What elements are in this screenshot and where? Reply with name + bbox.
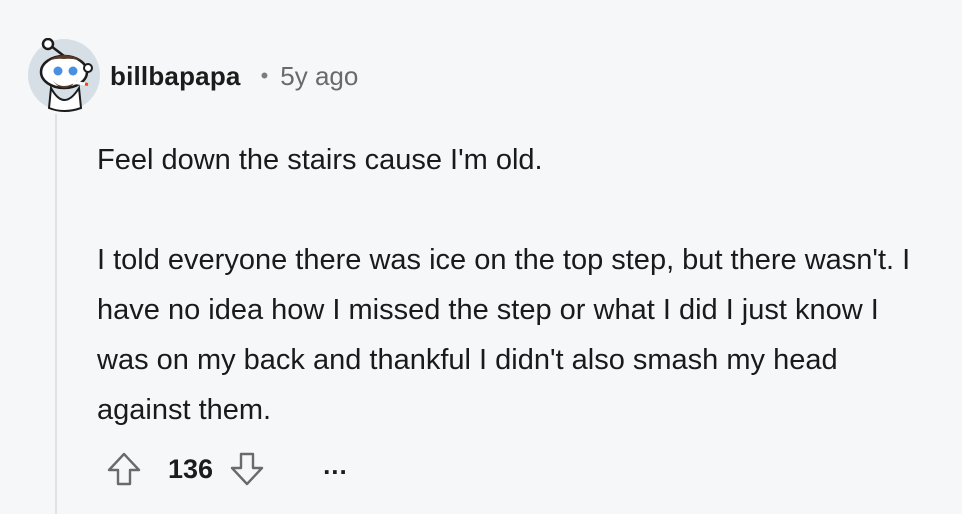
comment-header: billbapapa • 5y ago bbox=[110, 56, 358, 96]
vote-score: 136 bbox=[168, 453, 214, 484]
separator-dot: • bbox=[260, 63, 269, 88]
upvote-button[interactable] bbox=[104, 449, 144, 489]
comment: billbapapa • 5y ago Feel down the stairs… bbox=[0, 0, 962, 514]
downvote-button[interactable] bbox=[227, 449, 267, 489]
thread-line[interactable] bbox=[55, 114, 57, 514]
avatar[interactable] bbox=[27, 37, 101, 112]
username-link[interactable]: billbapapa bbox=[110, 61, 241, 92]
comment-paragraph-1: Feel down the stairs cause I'm old. bbox=[97, 144, 543, 176]
upvote-arrow-icon bbox=[107, 452, 141, 486]
comment-actions: 136 ... bbox=[104, 446, 348, 492]
snoo-avatar-icon bbox=[28, 37, 100, 112]
timestamp[interactable]: 5y ago bbox=[280, 61, 358, 92]
comment-body: Feel down the stairs cause I'm old. I to… bbox=[97, 135, 937, 435]
downvote-arrow-icon bbox=[230, 452, 264, 486]
more-options-button[interactable]: ... bbox=[323, 452, 348, 478]
comment-paragraph-2: I told everyone there was ice on the top… bbox=[97, 244, 911, 426]
